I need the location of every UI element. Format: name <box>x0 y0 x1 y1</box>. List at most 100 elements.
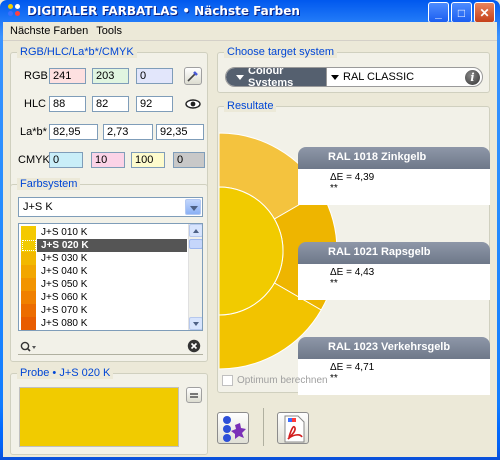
lab-l-field[interactable]: 82,95 <box>49 124 98 140</box>
result-details: ΔE = 4,43 ** <box>298 264 490 300</box>
close-button[interactable]: ✕ <box>474 2 495 23</box>
results-panel: Resultate RAL 1018 Zinkgelb ΔE = 4,39 ** RA… <box>217 100 490 395</box>
system-select[interactable]: J+S K <box>18 197 203 217</box>
app-window: DIGITALER FARBATLAS • Nächste Farben _ □… <box>0 0 500 460</box>
title-bar[interactable]: DIGITALER FARBATLAS • Nächste Farben _ □… <box>3 0 497 23</box>
lab-b-field[interactable]: 92,35 <box>156 124 204 140</box>
farbsystem-panel: Farbsystem J+S K J+S 010 K J+S 020 K J+S 0… <box>10 178 208 362</box>
result-stars: ** <box>330 373 338 384</box>
result-stars: ** <box>330 278 338 289</box>
color-swatch <box>21 239 37 252</box>
maximize-button[interactable]: □ <box>451 2 472 23</box>
result-delta: ΔE = 4,43 <box>330 267 375 278</box>
list-item-label: J+S 010 K <box>41 227 88 238</box>
cmyk-y-field[interactable]: 100 <box>131 152 165 168</box>
result-card[interactable]: RAL 1023 Verkehrsgelb ΔE = 4,71 ** <box>298 337 490 395</box>
pipette-icon <box>187 71 198 82</box>
chevron-down-icon[interactable] <box>185 199 201 215</box>
color-swatch <box>21 265 37 278</box>
optimum-label: Optimum berechnen <box>237 375 328 386</box>
list-item[interactable]: J+S 060 K <box>21 291 187 304</box>
list-item[interactable]: J+S 020 K <box>21 239 187 252</box>
rgb-r-field[interactable]: 241 <box>49 68 86 84</box>
list-item-label: J+S 030 K <box>41 253 88 264</box>
results-title: Resultate <box>224 100 277 112</box>
search-input[interactable] <box>40 340 180 353</box>
color-swatch <box>21 304 37 317</box>
list-item-label: J+S 060 K <box>41 292 88 303</box>
optimum-checkbox-row[interactable]: Optimum berechnen <box>222 375 328 386</box>
clear-search-icon[interactable] <box>187 339 201 353</box>
color-swatch <box>21 226 37 239</box>
color-swatch <box>21 252 37 265</box>
scroll-up-icon[interactable] <box>189 224 202 237</box>
rgb-g-field[interactable]: 203 <box>92 68 129 84</box>
list-item-label: J+S 040 K <box>41 266 88 277</box>
hlc-label: HLC <box>24 98 47 110</box>
result-stars: ** <box>330 183 338 194</box>
color-swatch <box>21 317 37 330</box>
minimize-button[interactable]: _ <box>428 2 449 23</box>
result-name: RAL 1018 Zinkgelb <box>298 147 490 169</box>
color-swatch <box>21 291 37 304</box>
menu-naechste-farben[interactable]: Nächste Farben <box>6 25 92 37</box>
result-delta: ΔE = 4,39 <box>330 172 375 183</box>
result-name: RAL 1023 Verkehrsgelb <box>298 337 490 359</box>
window-title: DIGITALER FARBATLAS • Nächste Farben <box>27 4 300 18</box>
list-item[interactable]: J+S 070 K <box>21 304 187 317</box>
copy-icon <box>190 393 198 398</box>
result-details: ΔE = 4,39 ** <box>298 169 490 205</box>
eye-icon[interactable] <box>185 98 201 110</box>
hlc-h-field[interactable]: 88 <box>49 96 86 112</box>
cmyk-label: CMYK <box>18 154 50 166</box>
hlc-c-field[interactable]: 92 <box>136 96 173 112</box>
color-values-title: RGB/HLC/La*b*/CMYK <box>17 46 137 58</box>
farbsystem-title: Farbsystem <box>17 178 81 190</box>
list-item[interactable]: J+S 080 K <box>21 317 187 330</box>
color-mix-button[interactable] <box>217 412 249 444</box>
search-icon[interactable] <box>20 341 38 353</box>
info-icon[interactable]: i <box>465 70 480 85</box>
color-values-panel: RGB/HLC/La*b*/CMYK RGB 241 203 0 HLC 88 … <box>10 46 208 193</box>
probe-color-swatch <box>19 387 179 447</box>
hlc-l-field[interactable]: 82 <box>92 96 129 112</box>
list-scrollbar[interactable] <box>188 224 202 330</box>
system-type-label: Colour Systems <box>248 67 294 87</box>
optimum-checkbox[interactable] <box>222 375 233 386</box>
system-name-dropdown[interactable]: RAL CLASSIC <box>326 68 482 86</box>
result-card[interactable]: RAL 1021 Rapsgelb ΔE = 4,43 ** <box>298 242 490 300</box>
result-name: RAL 1021 Rapsgelb <box>298 242 490 264</box>
color-list[interactable]: J+S 010 K J+S 020 K J+S 030 K J+S 040 K J+S … <box>18 223 203 331</box>
target-system-selector[interactable]: Colour Systems RAL CLASSIC i <box>225 67 483 87</box>
lab-label: La*b* <box>20 126 47 138</box>
list-item[interactable]: J+S 010 K <box>21 226 187 239</box>
menu-tools[interactable]: Tools <box>92 25 126 37</box>
pdf-icon <box>284 415 305 443</box>
scroll-down-icon[interactable] <box>189 317 202 330</box>
cmyk-m-field[interactable]: 10 <box>91 152 125 168</box>
result-card[interactable]: RAL 1018 Zinkgelb ΔE = 4,39 ** <box>298 147 490 205</box>
color-picker-button[interactable] <box>184 67 202 85</box>
menu-bar: Nächste Farben Tools <box>3 22 497 41</box>
list-item-label: J+S 020 K <box>41 240 89 251</box>
probe-action-button[interactable] <box>186 387 202 403</box>
rgb-label: RGB <box>24 70 48 82</box>
list-item-label: J+S 050 K <box>41 279 88 290</box>
list-item[interactable]: J+S 030 K <box>21 252 187 265</box>
cmyk-c-field[interactable]: 0 <box>49 152 83 168</box>
target-system-panel: Choose target system Colour Systems RAL … <box>217 46 490 93</box>
search-field[interactable] <box>18 339 203 355</box>
system-type-dropdown[interactable]: Colour Systems <box>226 68 326 86</box>
list-item[interactable]: J+S 050 K <box>21 278 187 291</box>
lab-a-field[interactable]: 2,73 <box>103 124 153 140</box>
pdf-export-button[interactable] <box>277 412 309 444</box>
scroll-thumb[interactable] <box>189 239 202 249</box>
list-item[interactable]: J+S 040 K <box>21 265 187 278</box>
cmyk-k-field[interactable]: 0 <box>173 152 205 168</box>
app-logo-icon <box>8 4 22 18</box>
color-mix-icon <box>223 416 246 442</box>
toolbar-divider <box>263 408 264 446</box>
rgb-b-field[interactable]: 0 <box>136 68 173 84</box>
client-area: Nächste Farben Tools RGB/HLC/La*b*/CMYK … <box>3 22 497 457</box>
target-system-title: Choose target system <box>224 46 337 58</box>
